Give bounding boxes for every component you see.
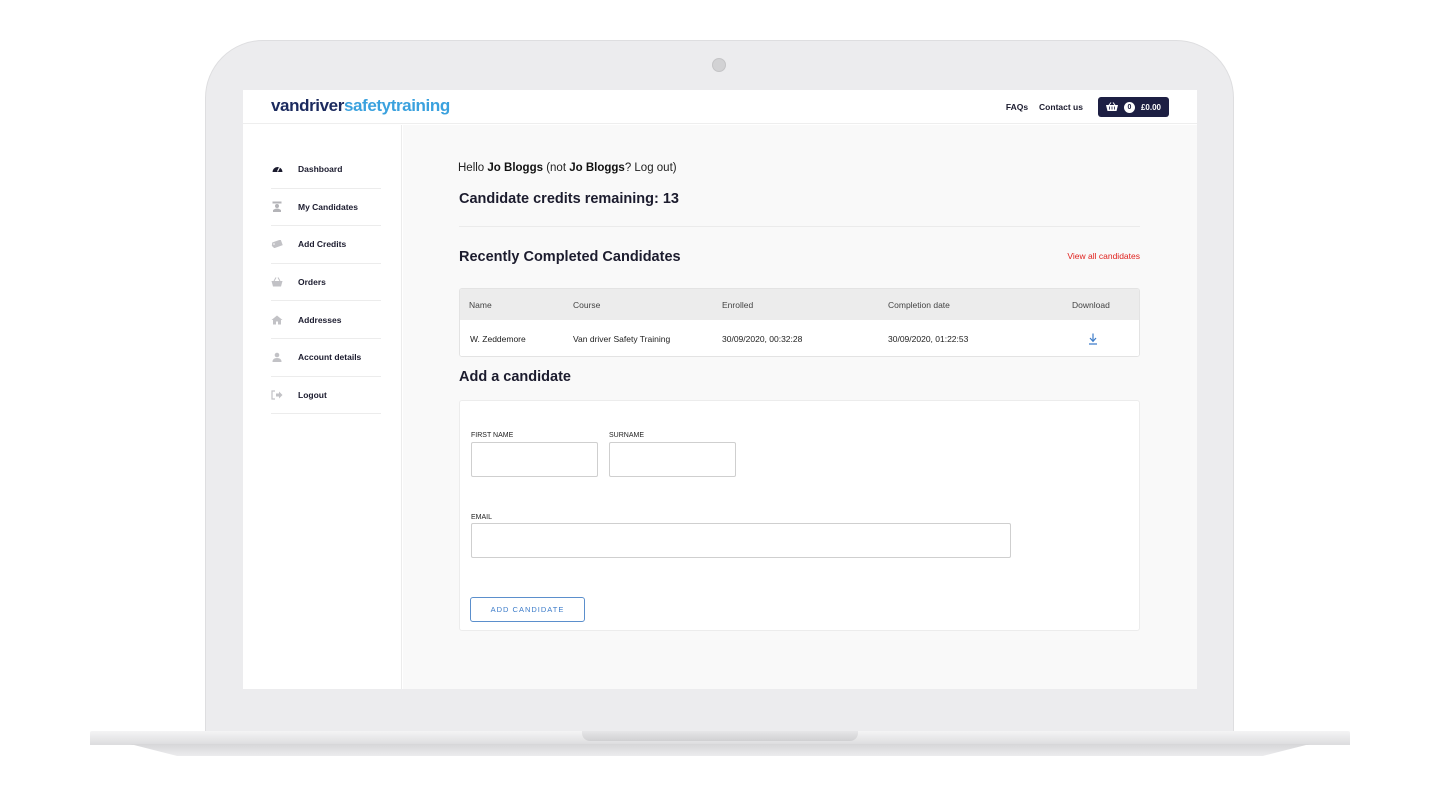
column-header-name: Name	[469, 299, 492, 310]
first-name-label: FIRST NAME	[471, 432, 514, 439]
divider	[459, 226, 1140, 227]
surname-label: SURNAME	[609, 432, 645, 439]
email-label: EMAIL	[471, 514, 493, 521]
greeting-text: Hello Jo Bloggs (not Jo Bloggs? Log out)	[458, 162, 677, 174]
top-nav: FAQs Contact us 0 £0.00	[995, 97, 1169, 117]
first-name-input[interactable]	[471, 442, 598, 477]
cell-name: W. Zeddemore	[470, 333, 526, 344]
credits-remaining: Candidate credits remaining: 13	[459, 191, 679, 207]
column-header-course: Course	[573, 299, 601, 310]
sidebar-item-my-candidates[interactable]: My Candidates	[271, 189, 381, 227]
sidebar-menu: Dashboard My Candidates Add Credits Orde…	[271, 151, 381, 415]
greeting-mid: (not	[543, 162, 570, 174]
greeting-prefix: Hello	[458, 162, 488, 174]
surname-input[interactable]	[609, 442, 736, 477]
sidebar-item-dashboard[interactable]: Dashboard	[271, 151, 381, 189]
sidebar-item-label: Add Credits	[298, 239, 347, 250]
sidebar-item-account-details[interactable]: Account details	[271, 339, 381, 377]
sidebar-item-label: Logout	[298, 389, 327, 400]
add-candidate-form: FIRST NAME SURNAME EMAIL ADD CANDIDATE	[459, 400, 1140, 631]
greeting-user-name: Jo Bloggs	[487, 162, 543, 174]
user-icon	[271, 352, 283, 363]
recent-candidates-table: Name Course Enrolled Completion date Dow…	[459, 288, 1140, 357]
top-bar: vandriversafetytraining FAQs Contact us …	[243, 90, 1197, 124]
sidebar-item-label: Account details	[298, 352, 362, 363]
column-header-enrolled: Enrolled	[722, 299, 754, 310]
sidebar: Dashboard My Candidates Add Credits Orde…	[243, 125, 402, 689]
sidebar-item-label: Addresses	[298, 314, 342, 325]
camera-dot	[712, 58, 726, 72]
recent-candidates-title: Recently Completed Candidates	[459, 249, 681, 265]
logo-part-safety: safety	[343, 96, 391, 115]
ticket-icon	[271, 239, 283, 249]
sidebar-item-add-credits[interactable]: Add Credits	[271, 226, 381, 264]
candidate-icon	[271, 201, 283, 213]
sidebar-item-label: Dashboard	[298, 164, 343, 175]
screen: vandriversafetytraining FAQs Contact us …	[243, 90, 1197, 689]
column-header-download: Download	[1072, 299, 1110, 310]
main-content: Hello Jo Bloggs (not Jo Bloggs? Log out)…	[403, 125, 1197, 689]
cart-count-badge: 0	[1123, 101, 1135, 113]
site-logo[interactable]: vandriversafetytraining	[271, 96, 450, 116]
log-out-link[interactable]: ? Log out)	[625, 162, 677, 174]
cell-course: Van driver Safety Training	[573, 333, 671, 344]
add-candidate-title: Add a candidate	[459, 369, 571, 385]
cart-total: £0.00	[1140, 102, 1161, 112]
email-input[interactable]	[471, 523, 1011, 558]
table-header: Name Course Enrolled Completion date Dow…	[460, 289, 1139, 320]
column-header-completion-date: Completion date	[888, 299, 950, 310]
dashboard-gauge-icon	[271, 164, 283, 174]
laptop-notch	[582, 731, 858, 741]
sidebar-item-label: Orders	[298, 277, 326, 288]
greeting-user-name-2: Jo Bloggs	[569, 162, 625, 174]
laptop-mockup: vandriversafetytraining FAQs Contact us …	[0, 0, 1440, 796]
logo-part-vandriver: vandriver	[271, 96, 344, 115]
sidebar-item-label: My Candidates	[298, 201, 358, 212]
view-all-candidates-link[interactable]: View all candidates	[1067, 251, 1140, 261]
table-row: W. Zeddemore Van driver Safety Training …	[460, 320, 1139, 356]
sidebar-item-logout[interactable]: Logout	[271, 377, 381, 415]
basket-icon	[271, 277, 283, 287]
add-candidate-button[interactable]: ADD CANDIDATE	[470, 597, 585, 622]
nav-contact-link[interactable]: Contact us	[1039, 102, 1083, 112]
home-icon	[271, 315, 283, 325]
sidebar-item-addresses[interactable]: Addresses	[271, 301, 381, 339]
download-icon[interactable]	[1088, 333, 1098, 345]
sidebar-item-orders[interactable]: Orders	[271, 264, 381, 302]
cell-enrolled: 30/09/2020, 00:32:28	[722, 333, 803, 344]
laptop-base-bottom	[130, 744, 1310, 756]
basket-icon	[1105, 102, 1118, 111]
logout-icon	[271, 390, 283, 400]
cart-button[interactable]: 0 £0.00	[1097, 97, 1169, 117]
nav-faqs-link[interactable]: FAQs	[1006, 102, 1028, 112]
cell-completion-date: 30/09/2020, 01:22:53	[888, 333, 969, 344]
logo-part-training: training	[390, 96, 451, 115]
